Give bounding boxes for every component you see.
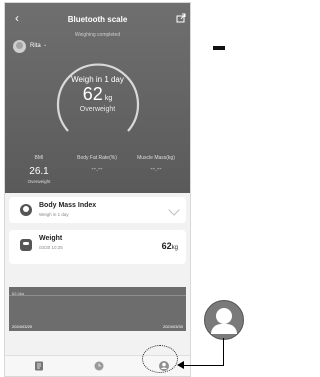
user-avatar[interactable] — [13, 40, 26, 53]
top-nav: ‹ Bluetooth scale — [5, 3, 190, 33]
weight-unit: kg — [171, 245, 178, 251]
profile-tab-highlight — [142, 345, 178, 373]
user-name[interactable]: Rita — [30, 43, 41, 49]
metric-body-fat: Body Fat Rate(%) --.-- — [67, 155, 127, 173]
status-subtitle: Weighing completed — [74, 32, 121, 38]
callout-arrow-vertical — [223, 338, 224, 365]
gauge-label: Weigh in 1 day — [71, 75, 124, 84]
hero-panel: ‹ Bluetooth scale Weighing completed Rit… — [5, 3, 190, 193]
profile-callout-body — [211, 324, 237, 334]
callout-arrow-head — [177, 361, 184, 369]
weight-card-subtitle: 03/30 10:25 — [39, 245, 63, 250]
profile-callout-icon — [204, 300, 244, 340]
callout-arrow-horizontal — [181, 365, 224, 366]
weight-card-title: Weight — [39, 235, 63, 242]
gauge-unit: kg — [104, 95, 113, 102]
metric-value: --.-- — [91, 166, 103, 173]
metric-label: Muscle Mass(kg) — [137, 155, 175, 161]
metric-status: Overweight — [27, 179, 51, 184]
weight-value: 62 — [161, 241, 172, 251]
page-title: Bluetooth scale — [67, 15, 128, 24]
chart-end-date: 2024/03/30 — [162, 324, 183, 329]
metric-bmi: BMI 26.1 Overweight — [9, 155, 69, 184]
metric-label: Body Fat Rate(%) — [77, 155, 117, 161]
metric-value: --.-- — [150, 166, 162, 173]
metric-label: BMI — [34, 155, 44, 161]
bmi-card-subtitle: Weigh in 1 day — [39, 212, 69, 217]
user-switch-icon[interactable]: ⌄ — [43, 42, 47, 48]
gauge-value-row: 62 kg — [5, 84, 190, 105]
document-icon[interactable] — [33, 360, 45, 372]
weight-trend-chart: 62.0kg 2024/03/29 2024/03/30 — [9, 287, 186, 331]
bmi-card-title: Body Mass Index — [39, 202, 97, 209]
chevron-down-icon[interactable] — [168, 204, 180, 216]
profile-callout-head — [216, 308, 232, 324]
gauge-status: Overweight — [79, 106, 116, 113]
app-screen: ‹ Bluetooth scale Weighing completed Rit… — [4, 2, 191, 377]
chart-reference-line — [9, 295, 186, 296]
metric-value: 26.1 — [29, 166, 49, 177]
gauge-value: 62 — [82, 84, 103, 104]
callout-marker — [213, 46, 225, 50]
chart-start-date: 2024/03/29 — [12, 324, 33, 329]
bmi-card[interactable]: Body Mass Index Weigh in 1 day — [9, 197, 186, 223]
history-icon[interactable] — [93, 360, 105, 372]
weight-card[interactable]: Weight 03/30 10:25 62kg — [9, 230, 186, 264]
person-icon — [20, 204, 32, 216]
share-icon[interactable] — [176, 13, 186, 23]
metric-muscle-mass: Muscle Mass(kg) --.-- — [126, 155, 186, 173]
scale-icon — [20, 239, 32, 251]
weight-value-row: 62kg — [162, 241, 178, 251]
